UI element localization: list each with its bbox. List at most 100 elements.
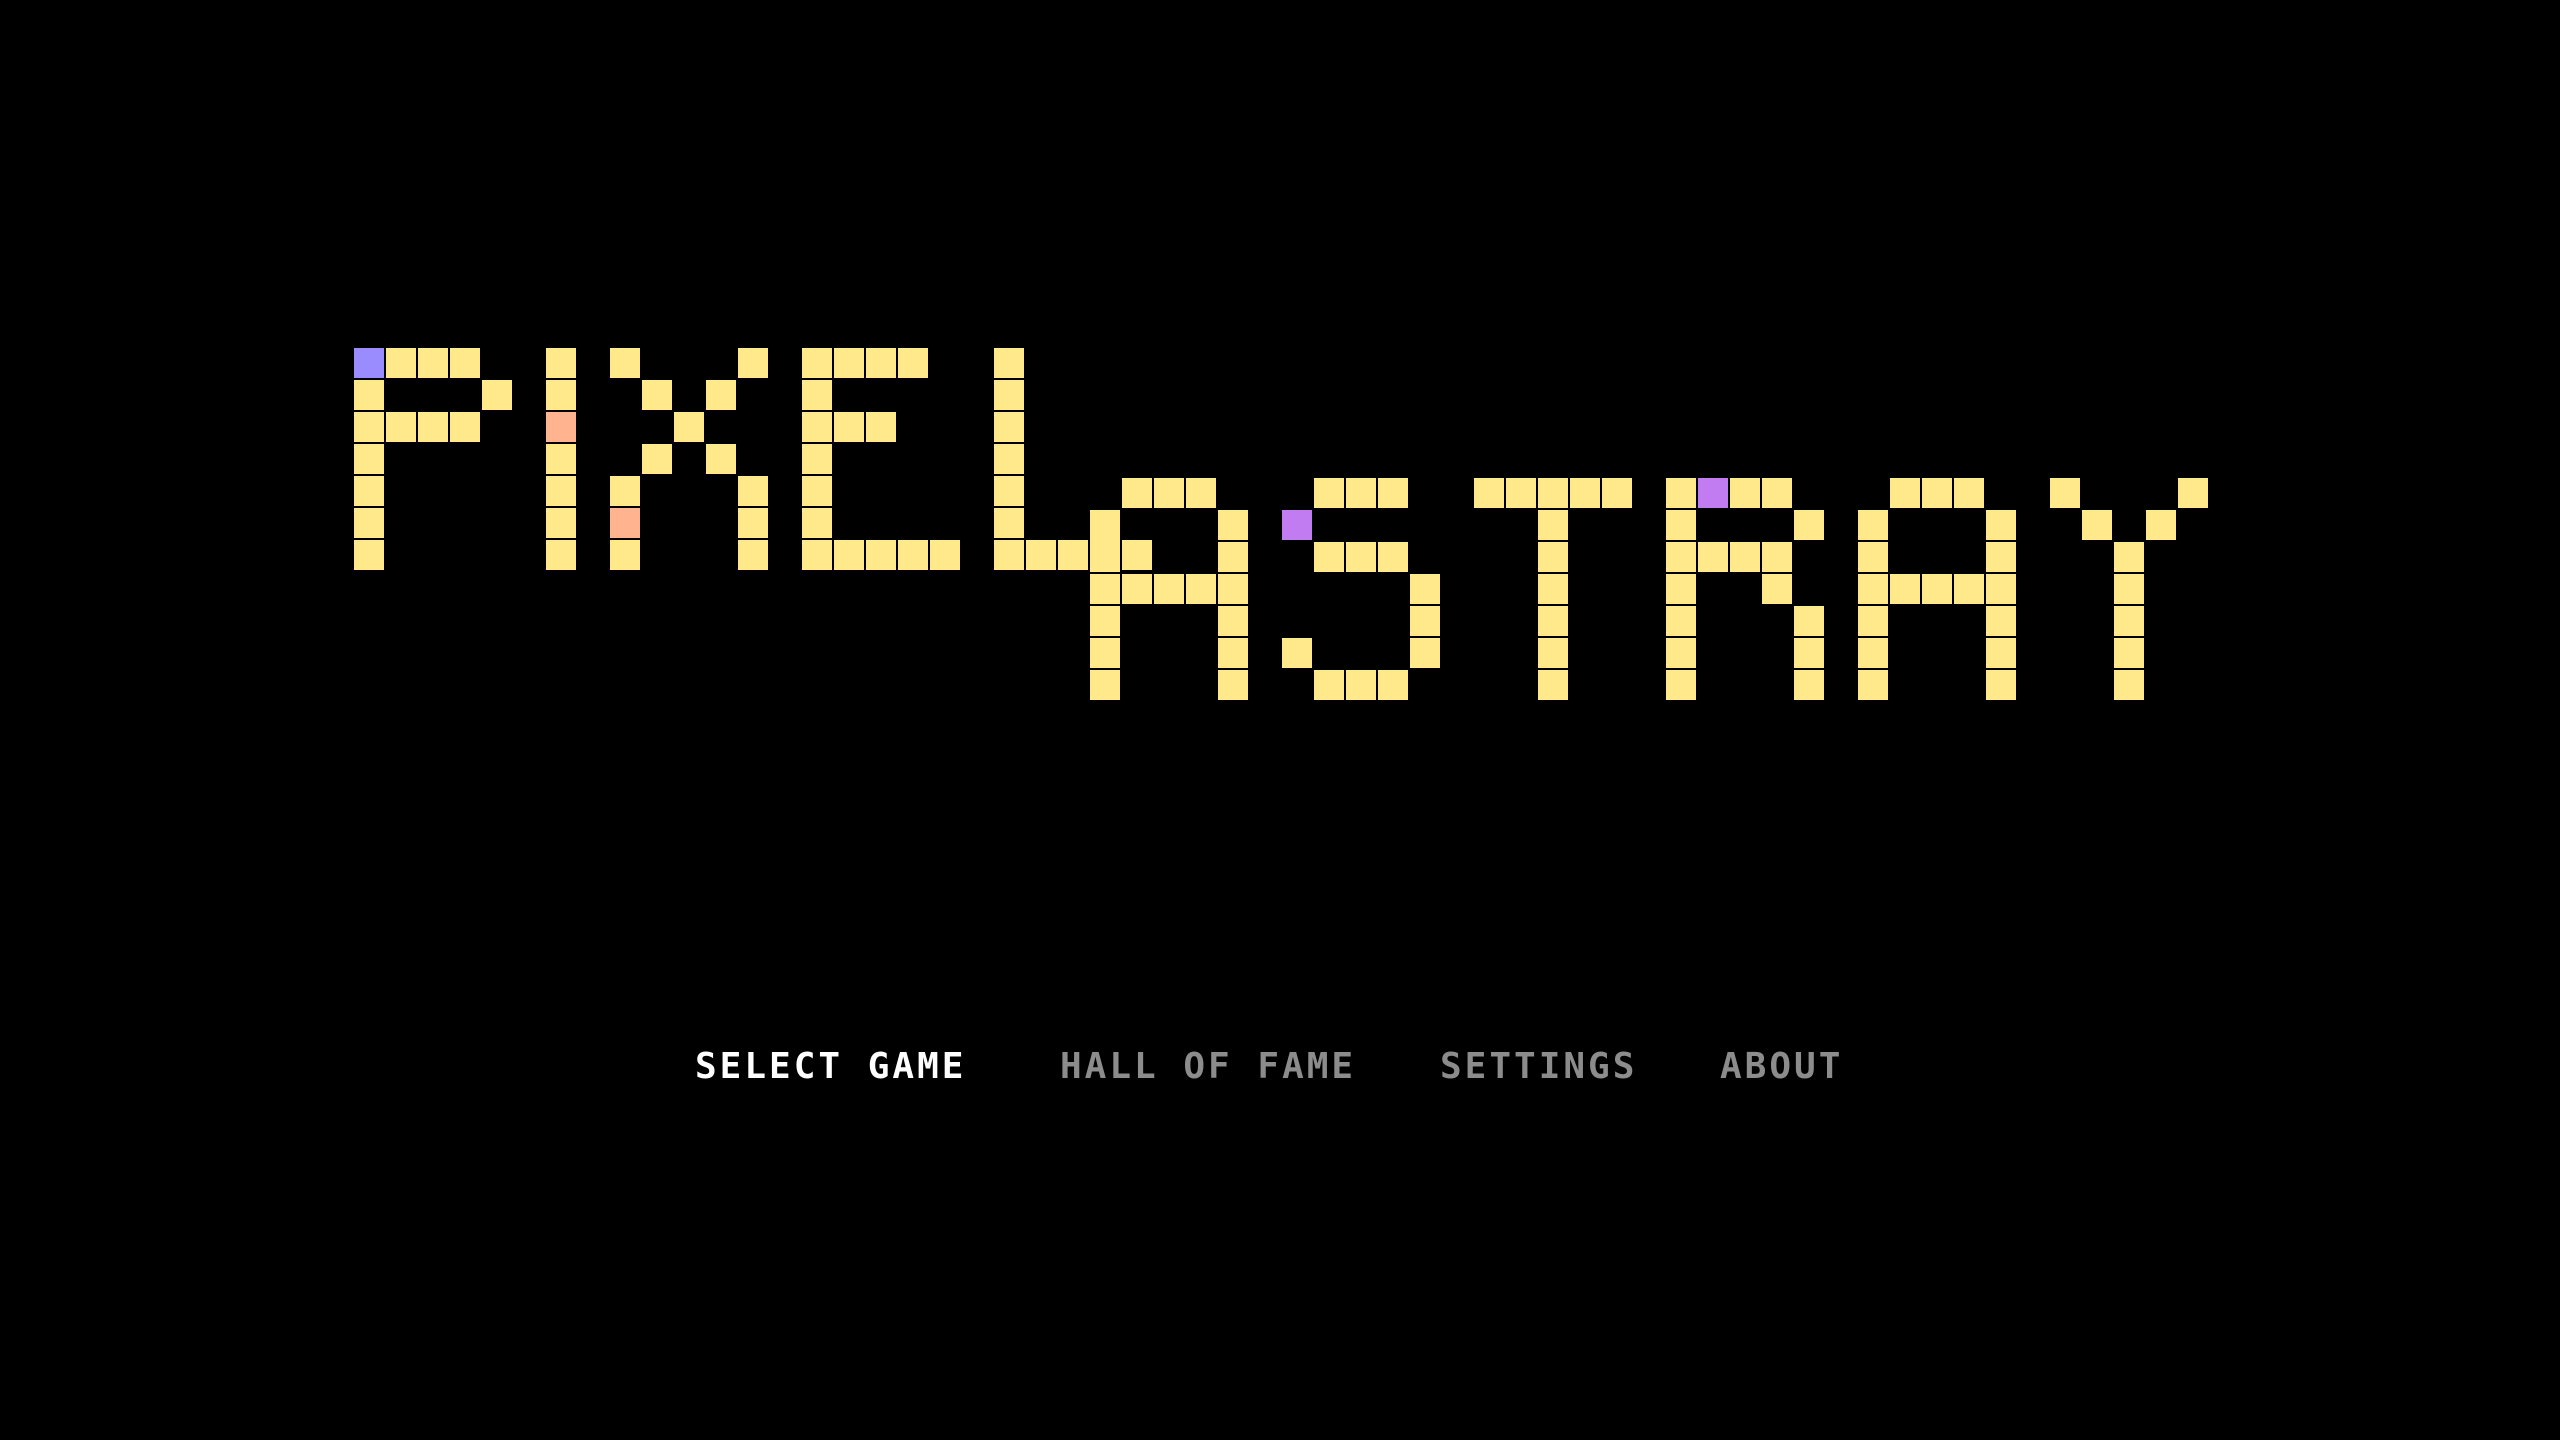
logo-pixel [2114,606,2144,636]
logo-pixel [1090,542,1120,572]
logo-pixel [802,412,832,442]
logo-pixel [1730,542,1760,572]
logo-pixel [546,476,576,506]
menu-item-select-game[interactable]: SELECT GAME [695,1042,966,1092]
logo-pixel [1858,638,1888,668]
logo-pixel [994,412,1024,442]
logo-pixel [546,508,576,538]
logo-pixel [1378,670,1408,700]
logo-pixel [1762,478,1792,508]
logo-pixel [1538,478,1568,508]
logo-pixel [1986,638,2016,668]
logo-pixel [1794,606,1824,636]
logo-pixel [1986,606,2016,636]
logo-pixel [2114,638,2144,668]
logo-pixel [802,508,832,538]
logo-pixel [1218,638,1248,668]
logo-pixel [738,476,768,506]
logo-pixel [1666,574,1696,604]
logo-pixel [1794,670,1824,700]
logo-pixel [706,444,736,474]
logo-pixel [866,540,896,570]
logo-pixel [1122,478,1152,508]
logo-pixel [1666,638,1696,668]
logo-pixel [354,508,384,538]
logo-pixel [866,412,896,442]
logo-pixel [1698,542,1728,572]
logo-pixel [1186,478,1216,508]
logo-pixel [1858,542,1888,572]
logo-pixel [1602,478,1632,508]
logo-pixel [450,348,480,378]
logo-pixel [1378,478,1408,508]
menu-item-hall-of-fame[interactable]: HALL OF FAME [1060,1042,1356,1092]
logo-pixel [418,412,448,442]
logo-pixel [1154,478,1184,508]
logo-pixel [354,380,384,410]
logo-pixel [1538,638,1568,668]
logo-pixel [1410,638,1440,668]
logo-pixel [738,540,768,570]
menu-item-settings[interactable]: SETTINGS [1440,1042,1637,1092]
logo-pixel [1218,510,1248,540]
logo-pixel [1410,574,1440,604]
logo-pixel [1794,510,1824,540]
logo-pixel [1538,510,1568,540]
logo-pixel [674,412,704,442]
logo-pixel [1922,574,1952,604]
logo-pixel [1346,478,1376,508]
logo-pixel [1986,510,2016,540]
logo-pixel [1762,574,1792,604]
logo-pixel [1666,542,1696,572]
logo-pixel [482,380,512,410]
logo-pixel [642,380,672,410]
game-logo [0,0,2560,1440]
logo-pixel [1058,540,1088,570]
logo-pixel [1314,542,1344,572]
logo-pixel [1538,670,1568,700]
logo-pixel [2082,510,2112,540]
logo-pixel [1314,478,1344,508]
logo-pixel [1218,670,1248,700]
logo-pixel [1922,478,1952,508]
logo-pixel [834,412,864,442]
logo-pixel [418,348,448,378]
logo-pixel [546,540,576,570]
logo-pixel [1762,542,1792,572]
logo-pixel [1986,670,2016,700]
logo-pixel [610,540,640,570]
logo-pixel [1858,574,1888,604]
logo-pixel [994,508,1024,538]
logo-pixel [1666,510,1696,540]
logo-pixel [450,412,480,442]
logo-pixel [610,508,640,538]
logo-pixel [610,348,640,378]
logo-pixel [354,412,384,442]
logo-pixel [1282,510,1312,540]
logo-pixel [546,412,576,442]
logo-pixel [1538,574,1568,604]
logo-pixel [1954,478,1984,508]
logo-pixel [546,444,576,474]
logo-pixel [898,348,928,378]
logo-pixel [1794,638,1824,668]
logo-pixel [866,348,896,378]
logo-pixel [610,476,640,506]
logo-pixel [1218,574,1248,604]
logo-pixel [738,348,768,378]
logo-pixel [1218,542,1248,572]
logo-pixel [1698,478,1728,508]
main-menu: SELECT GAME HALL OF FAME SETTINGS ABOUT [0,1042,2560,1092]
title-screen: SELECT GAME HALL OF FAME SETTINGS ABOUT [0,0,2560,1440]
logo-pixel [802,540,832,570]
logo-pixel [546,348,576,378]
logo-pixel [738,508,768,538]
logo-pixel [354,540,384,570]
logo-pixel [354,476,384,506]
logo-pixel [1090,638,1120,668]
logo-pixel [1090,510,1120,540]
logo-pixel [1890,574,1920,604]
logo-pixel [1538,542,1568,572]
menu-item-about[interactable]: ABOUT [1720,1042,1843,1092]
logo-pixel [1666,478,1696,508]
